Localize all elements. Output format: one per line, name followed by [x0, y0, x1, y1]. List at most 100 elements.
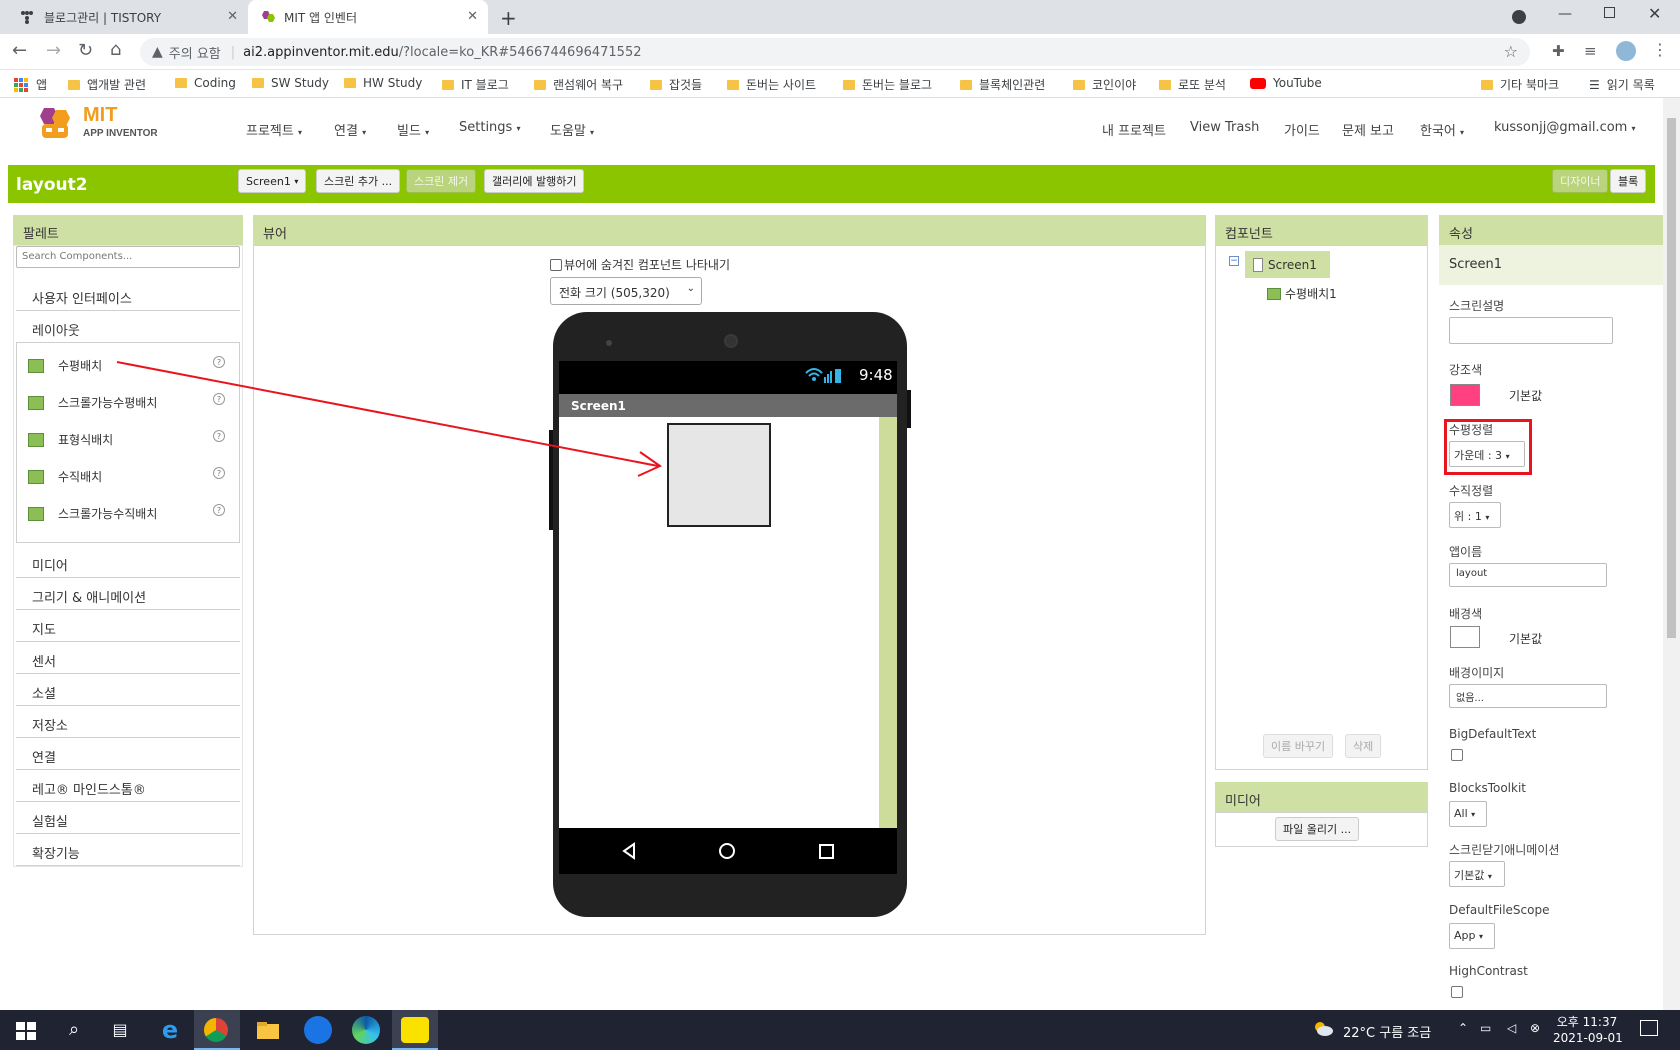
palette-item-scroll-vertical[interactable]: 스크롤가능수직배치	[28, 505, 157, 522]
scrollbar-thumb[interactable]	[1667, 118, 1676, 638]
forward-icon[interactable]: →	[46, 40, 61, 61]
component-search-input[interactable]: Search Components...	[16, 246, 240, 268]
page-scrollbar[interactable]	[1663, 98, 1680, 1010]
publish-gallery-button[interactable]: 갤러리에 발행하기	[484, 169, 585, 193]
nav-recent-icon[interactable]	[819, 844, 834, 859]
bg-image-picker[interactable]: 없음...	[1449, 684, 1607, 708]
bookmark-folder[interactable]: 랜섬웨어 복구	[534, 76, 623, 93]
add-screen-button[interactable]: 스크린 추가 ...	[316, 169, 401, 193]
bookmark-folder[interactable]: 로또 분석	[1159, 76, 1226, 93]
upload-file-button[interactable]: 파일 올리기 ...	[1275, 817, 1360, 841]
remove-screen-button[interactable]: 스크린 제거	[406, 169, 477, 193]
bookmark-folder[interactable]: 코인이야	[1073, 76, 1136, 93]
action-center-icon[interactable]	[1640, 1020, 1658, 1036]
new-tab-icon[interactable]: +	[500, 6, 517, 30]
profile-avatar[interactable]	[1616, 41, 1636, 61]
show-hidden-toggle[interactable]: 뷰어에 숨겨진 컴포넌트 나타내기	[550, 256, 730, 273]
palette-category[interactable]: 그리기 & 애니메이션	[16, 580, 240, 610]
bg-color-swatch[interactable]	[1450, 626, 1480, 648]
bookmark-folder[interactable]: 앱개발 관련	[68, 76, 146, 93]
clock-date[interactable]: 2021-09-01	[1553, 1031, 1623, 1045]
help-icon[interactable]: ?	[213, 467, 225, 479]
bookmark-apps[interactable]: 앱	[14, 76, 47, 93]
bookmark-folder[interactable]: 돈버는 블로그	[843, 76, 932, 93]
tab-tistory[interactable]: 블로그관리 | TISTORY ✕	[8, 0, 248, 34]
close-tab-icon[interactable]: ✕	[467, 9, 478, 24]
close-animation-dropdown[interactable]: 기본값 ▾	[1449, 861, 1505, 887]
tree-item-screen1[interactable]: Screen1	[1245, 251, 1330, 278]
bookmark-folder[interactable]: HW Study	[344, 76, 422, 90]
file-explorer-icon[interactable]	[254, 1016, 282, 1044]
tab-search-icon[interactable]	[1512, 10, 1526, 24]
palette-category[interactable]: 지도	[16, 612, 240, 642]
reading-list[interactable]: ☰ 읽기 목록	[1589, 76, 1655, 93]
menu-settings[interactable]: Settings ▾	[459, 120, 520, 135]
nav-back-icon[interactable]	[620, 842, 638, 860]
phone-size-select[interactable]: 전화 크기 (505,320) ⌄	[550, 277, 702, 305]
media-control-icon[interactable]: ≡	[1584, 42, 1597, 60]
minimize-icon[interactable]: —	[1558, 6, 1572, 22]
extensions-icon[interactable]: ✚	[1552, 42, 1565, 60]
help-icon[interactable]: ?	[213, 504, 225, 516]
menu-language[interactable]: 한국어 ▾	[1420, 120, 1464, 139]
menu-build[interactable]: 빌드 ▾	[397, 120, 429, 139]
menu-my-projects[interactable]: 내 프로젝트	[1102, 120, 1166, 139]
search-icon[interactable]: ⌕	[60, 1016, 88, 1044]
bookmark-folder[interactable]: 돈버는 사이트	[727, 76, 816, 93]
volume-icon[interactable]: ◁	[1507, 1021, 1516, 1035]
menu-help[interactable]: 도움말 ▾	[550, 120, 594, 139]
halign-dropdown[interactable]: 가운데 : 3 ▾	[1449, 441, 1525, 467]
help-icon[interactable]: ?	[213, 356, 225, 368]
delete-button[interactable]: 삭제	[1345, 734, 1382, 758]
close-tab-icon[interactable]: ✕	[227, 9, 238, 24]
bookmark-other[interactable]: 기타 북마크	[1481, 76, 1559, 93]
palette-category[interactable]: 확장기능	[16, 836, 240, 866]
bookmark-folder[interactable]: IT 블로그	[442, 76, 509, 93]
reload-icon[interactable]: ↻	[78, 40, 93, 61]
accent-color-swatch[interactable]	[1450, 384, 1480, 406]
palette-item-horizontal[interactable]: 수평배치	[28, 357, 102, 374]
edge-icon[interactable]	[352, 1016, 380, 1044]
show-hidden-checkbox[interactable]	[550, 258, 562, 271]
blocks-button[interactable]: 블록	[1610, 169, 1647, 193]
menu-project[interactable]: 프로젝트 ▾	[246, 120, 302, 139]
bookmark-folder[interactable]: 잡것들	[650, 76, 702, 93]
palette-category[interactable]: 레고® 마인드스톰®	[16, 772, 240, 802]
designer-button[interactable]: 디자이너	[1552, 169, 1609, 193]
palette-category[interactable]: 소셜	[16, 676, 240, 706]
blocks-toolkit-dropdown[interactable]: All ▾	[1449, 801, 1487, 827]
home-icon[interactable]: ⌂	[110, 39, 121, 60]
kakaotalk-taskbar-item[interactable]	[392, 1010, 438, 1050]
network-icon[interactable]: ▭	[1480, 1021, 1491, 1035]
nav-home-icon[interactable]	[719, 843, 735, 859]
palette-category[interactable]: 저장소	[16, 708, 240, 738]
bookmark-folder[interactable]: Coding	[175, 76, 236, 90]
windows-start-icon[interactable]	[12, 1016, 40, 1044]
help-icon[interactable]: ?	[213, 430, 225, 442]
restore-icon[interactable]	[1604, 7, 1615, 18]
palette-category-ui[interactable]: 사용자 인터페이스	[16, 281, 240, 311]
palette-category[interactable]: 실험실	[16, 804, 240, 834]
clock-time[interactable]: 오후 11:37	[1555, 1013, 1619, 1030]
tree-item-horizontal1[interactable]: 수평배치1	[1267, 285, 1337, 302]
palette-category[interactable]: 연결	[16, 740, 240, 770]
teamviewer-icon[interactable]	[304, 1016, 332, 1044]
bookmark-youtube[interactable]: YouTube	[1250, 76, 1322, 90]
about-screen-textarea[interactable]	[1449, 317, 1613, 344]
star-icon[interactable]: ☆	[1504, 42, 1518, 61]
palette-category[interactable]: 센서	[16, 644, 240, 674]
palette-item-scroll-horizontal[interactable]: 스크롤가능수평배치	[28, 394, 157, 411]
chrome-taskbar-item[interactable]	[194, 1010, 240, 1050]
high-contrast-checkbox[interactable]	[1451, 986, 1463, 998]
palette-category[interactable]: 미디어	[16, 548, 240, 578]
palette-category-layout[interactable]: 레이아웃	[16, 313, 240, 343]
chrome-menu-icon[interactable]: ⋮	[1652, 40, 1668, 59]
task-view-icon[interactable]: ▤	[106, 1016, 134, 1044]
address-bar[interactable]: ▲ 주의 요함 | ai2.appinventor.mit.edu/?local…	[140, 38, 1530, 66]
menu-connect[interactable]: 연결 ▾	[334, 120, 366, 139]
menu-report[interactable]: 문제 보고	[1342, 120, 1394, 139]
menu-view-trash[interactable]: View Trash	[1190, 120, 1259, 135]
bookmark-folder[interactable]: SW Study	[252, 76, 329, 90]
bigtext-checkbox[interactable]	[1451, 749, 1463, 761]
bookmark-folder[interactable]: 블록체인관련	[960, 76, 1045, 93]
